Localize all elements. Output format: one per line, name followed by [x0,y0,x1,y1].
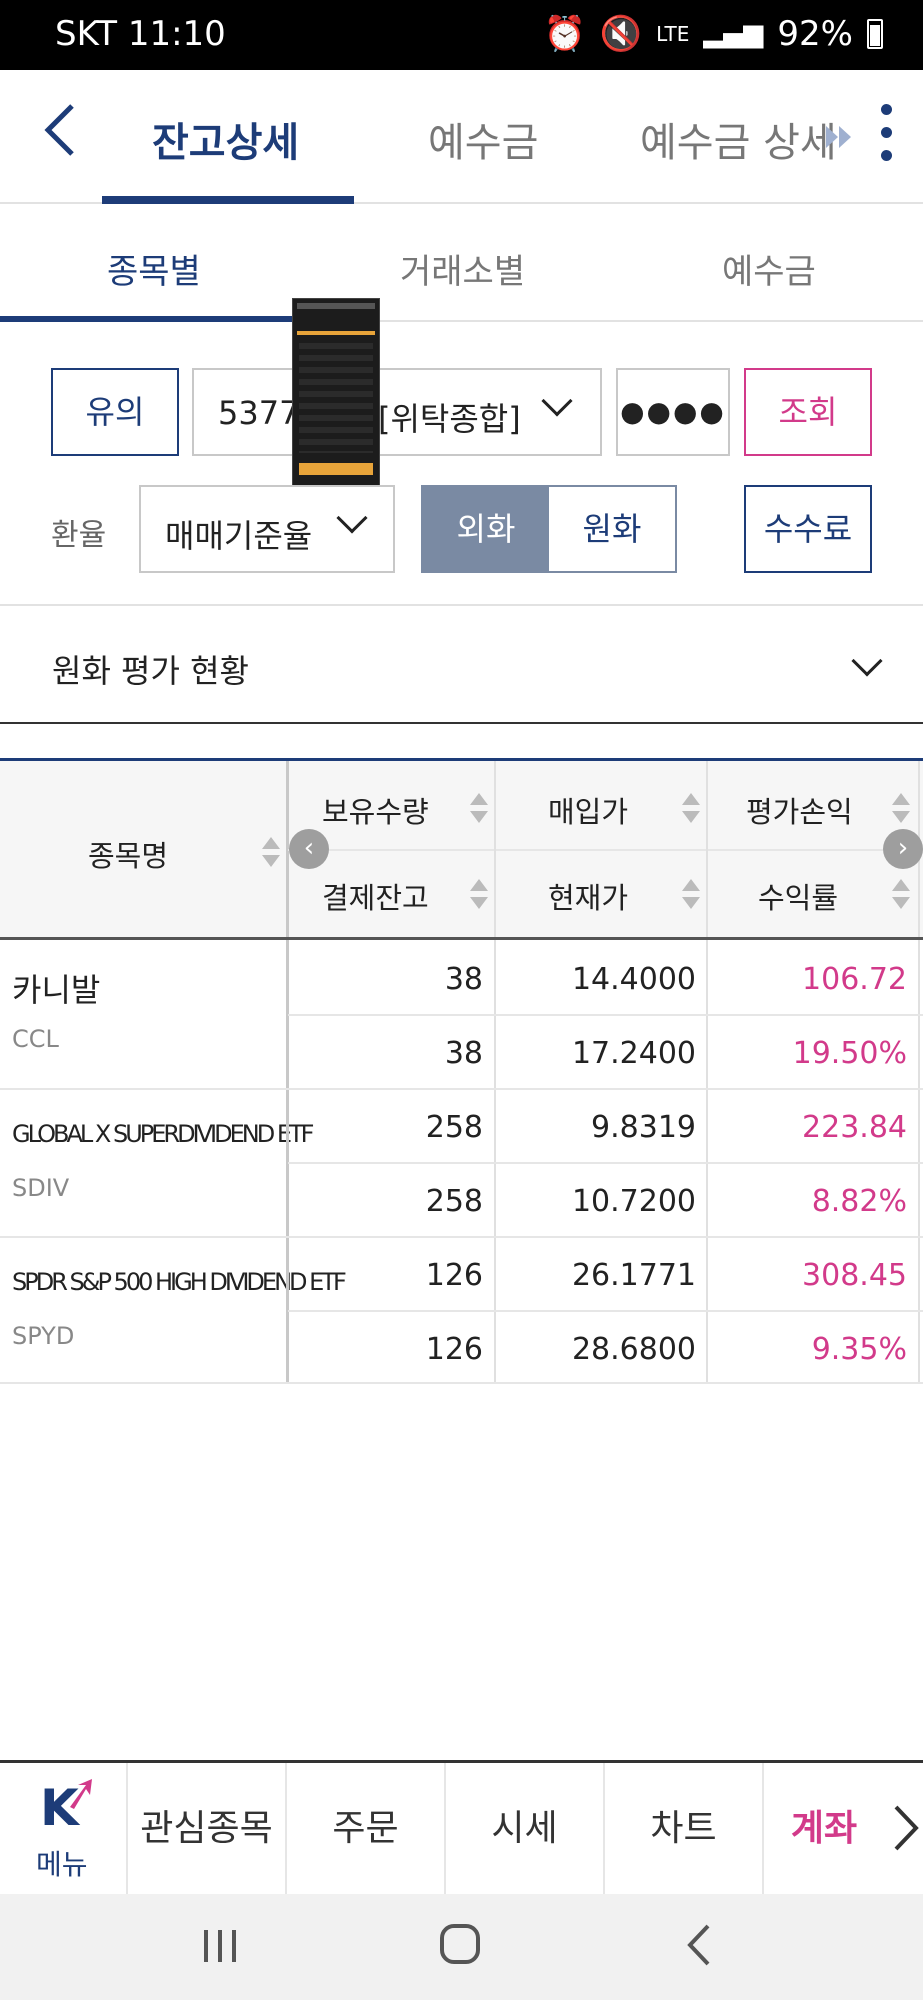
carrier-time: SKT 11:10 [55,14,226,54]
exchange-rate-label: 환율 [51,518,107,553]
account-type: [위탁종합] [378,400,521,438]
scroll-right-icon[interactable]: › [883,829,923,869]
password-field[interactable]: ●●●● [616,368,730,456]
home-icon[interactable] [438,1922,482,1968]
subtab-by-stock[interactable]: 종목별 [107,244,201,293]
status-icons: ⏰ 🔇 LTE ▂▄▆ 92% [543,14,883,54]
tab-balance-detail[interactable]: 잔고상세 [152,110,299,168]
account-select[interactable]: 5377 [위탁종합] [192,368,602,456]
back-button[interactable] [40,100,100,170]
chevron-down-icon [851,645,883,677]
sort-icon[interactable] [892,877,910,911]
krw-currency-option[interactable]: 원화 [549,487,675,571]
foreign-currency-option[interactable]: 외화 [423,487,549,571]
back-nav-icon[interactable] [684,1922,714,1968]
summary-title: 원화 평가 현황 [52,652,249,690]
alarm-icon: ⏰ [543,14,586,54]
chevron-right-icon[interactable] [890,1803,920,1857]
sort-icon[interactable] [682,791,700,825]
scroll-left-icon[interactable]: ‹ [289,829,329,869]
double-arrow-icon[interactable] [826,122,854,156]
stock-name: GLOBAL X SUPERDIVIDEND ETF [12,1120,314,1148]
signal-icon: ▂▄▆ [703,19,764,49]
chevron-down-icon [336,502,368,534]
bottom-navigation: K 메뉴 관심종목 주문 시세 차트 계좌 [0,1760,923,1894]
subtab-by-exchange[interactable]: 거래소별 [400,244,525,293]
settle-balance: 38 [444,1036,483,1071]
return-rate: 19.50% [792,1036,907,1071]
eval-pl: 223.84 [802,1110,907,1145]
network-type: LTE [656,22,690,46]
sort-icon[interactable] [892,791,910,825]
nav-quotes[interactable]: 시세 [446,1763,605,1894]
mute-icon: 🔇 [599,14,643,54]
thumbnail-overlay [292,298,380,496]
nav-account[interactable]: 계좌 [764,1763,884,1894]
tab-deposit-detail[interactable]: 예수금 상세 [640,110,837,168]
status-bar: SKT 11:10 ⏰ 🔇 LTE ▂▄▆ 92% [0,0,923,70]
stock-name: 카니발 [12,971,101,1009]
sort-icon[interactable] [682,877,700,911]
arrow-logo-icon [70,1779,92,1809]
eval-pl: 308.45 [802,1258,907,1293]
purchase-price: 26.1771 [571,1258,696,1293]
menu-button[interactable]: K 메뉴 [0,1763,128,1894]
recent-apps-icon[interactable] [200,1924,240,1968]
header-return-rate[interactable]: 수익률 [758,875,838,917]
stock-code: SPYD [12,1322,75,1350]
more-menu-icon[interactable] [876,104,896,174]
battery-icon [867,19,883,49]
active-subtab-indicator [0,316,308,322]
header-settle-balance[interactable]: 결제잔고 [322,875,429,917]
current-price: 10.7200 [571,1184,696,1219]
holdings-table-header: 종목명 보유수량 매입가 평가손익 결제잔고 현재가 수익률 ‹ › [0,758,923,940]
holding-qty: 38 [444,962,483,997]
nav-chart[interactable]: 차트 [605,1763,764,1894]
battery-level: 92% [777,14,853,54]
stock-code: SDIV [12,1174,70,1202]
sub-tab-bar: 종목별 거래소별 예수금 [0,204,923,322]
return-rate: 8.82% [811,1184,907,1219]
notice-button[interactable]: 유의 [51,368,179,456]
header-purchase-price[interactable]: 매입가 [548,789,628,831]
settle-balance: 258 [425,1184,483,1219]
stock-code: CCL [12,1025,59,1053]
header-current-price[interactable]: 현재가 [548,875,628,917]
sort-icon[interactable] [262,835,280,869]
return-rate: 9.35% [811,1332,907,1367]
exchange-rate-select[interactable]: 매매기준율 [139,485,395,573]
exchange-rate-value: 매매기준율 [165,517,313,555]
eval-pl: 106.72 [802,962,907,997]
stock-name: SPDR S&P 500 HIGH DIVIDEND ETF [12,1268,347,1296]
subtab-deposit[interactable]: 예수금 [722,244,816,293]
krw-summary-accordion[interactable]: 원화 평가 현황 [0,604,923,724]
nav-order[interactable]: 주문 [287,1763,446,1894]
chevron-down-icon [541,385,573,417]
active-tab-indicator [102,196,354,204]
top-tab-bar: 잔고상세 예수금 예수금 상세 [0,70,923,204]
holding-qty: 126 [425,1258,483,1293]
nav-watchlist[interactable]: 관심종목 [128,1763,287,1894]
holding-qty: 258 [425,1110,483,1145]
chevron-left-icon [44,104,74,156]
header-stock-name[interactable]: 종목명 [88,833,168,875]
sort-icon[interactable] [470,791,488,825]
header-eval-pl[interactable]: 평가손익 [746,789,853,831]
purchase-price: 14.4000 [571,962,696,997]
tab-deposit[interactable]: 예수금 [428,110,538,168]
current-price: 28.6800 [571,1332,696,1367]
purchase-price: 9.8319 [591,1110,696,1145]
menu-label: 메뉴 [36,1848,88,1881]
settle-balance: 126 [425,1332,483,1367]
header-holding-qty[interactable]: 보유수량 [322,789,429,831]
current-price: 17.2400 [571,1036,696,1071]
sort-icon[interactable] [470,877,488,911]
fee-button[interactable]: 수수료 [744,485,872,573]
currency-toggle: 외화 원화 [421,485,677,573]
search-button[interactable]: 조회 [744,368,872,456]
account-number: 5377 [218,394,300,432]
system-navigation-bar [0,1894,923,2000]
